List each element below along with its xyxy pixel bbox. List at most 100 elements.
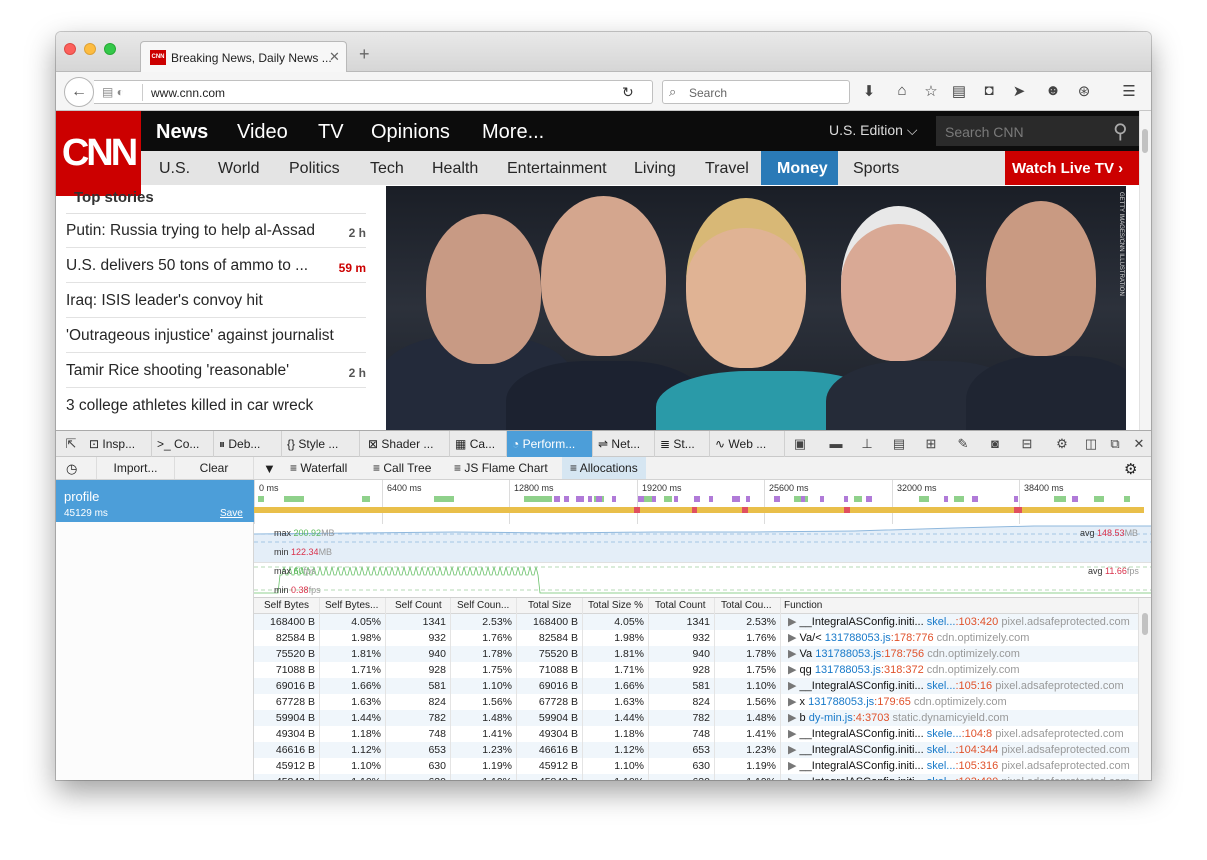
minimize-window-button[interactable] <box>84 43 96 55</box>
nav-tv[interactable]: TV <box>318 121 344 144</box>
url-text[interactable]: www.cnn.com <box>151 86 225 100</box>
story-item[interactable]: Iraq: ISIS leader's convoy hit <box>66 283 366 318</box>
watch-live-button[interactable]: Watch Live TV › <box>1005 151 1139 185</box>
tab-canvas[interactable]: ▦ Ca... <box>450 431 507 457</box>
section-living[interactable]: Living <box>634 160 676 178</box>
story-item[interactable]: 3 college athletes killed in car wreck <box>66 388 366 423</box>
story-title[interactable]: Putin: Russia trying to help al-Assad <box>66 222 315 240</box>
record-icon[interactable]: ◷ <box>66 457 77 479</box>
expand-arrow-icon[interactable]: ▶ <box>788 680 796 692</box>
import-button[interactable]: Import... <box>96 457 174 479</box>
close-tab-icon[interactable]: ✕ <box>329 49 340 65</box>
story-item[interactable]: Putin: Russia trying to help al-Assad 2 h <box>66 213 366 248</box>
table-row[interactable]: 46616 B 1.12% 653 1.23% 46616 B 1.12% 653 1.23%… <box>254 742 1138 758</box>
expand-arrow-icon[interactable]: ▶ <box>788 664 796 676</box>
col-total-count[interactable]: Total Count <box>655 600 706 611</box>
tab-storage[interactable]: ≣ St... <box>655 431 710 457</box>
url-bar[interactable]: ▤ ◐ www.cnn.com ↻ <box>94 80 653 104</box>
paint-flashing-icon[interactable]: ⊥ <box>857 436 877 452</box>
tab-inspector[interactable]: ⊡ Insp... <box>84 431 152 457</box>
expand-arrow-icon[interactable]: ▶ <box>788 632 796 644</box>
story-title[interactable]: Tamir Rice shooting 'reasonable' <box>66 362 289 380</box>
flame-chart-button[interactable]: ≡ JS Flame Chart <box>446 457 556 479</box>
responsive-mode-icon[interactable]: ▣ <box>790 436 810 452</box>
table-row[interactable]: 49304 B 1.18% 748 1.41% 49304 B 1.18% 748 1.41%… <box>254 726 1138 742</box>
eyedropper-icon[interactable]: ✎ <box>953 436 973 452</box>
table-row[interactable]: 59904 B 1.44% 782 1.48% 59904 B 1.44% 782 1.48%… <box>254 710 1138 726</box>
dock-side-icon[interactable]: ◫ <box>1081 436 1101 452</box>
section-money[interactable]: Money <box>777 160 828 178</box>
function-cell[interactable]: ▶ qg 131788053.js:318:372 cdn.optimizely… <box>788 663 1020 676</box>
function-cell[interactable]: ▶ b dy-min.js:4:3703 static.dynamicyield… <box>788 711 1009 724</box>
col-self-bytes[interactable]: Self Bytes <box>264 600 309 611</box>
function-file[interactable]: 131788053.js <box>808 696 874 708</box>
edition-selector[interactable]: U.S. Edition ⌵ <box>829 122 917 139</box>
col-self-count[interactable]: Self Count <box>395 600 442 611</box>
function-file[interactable]: skel... <box>927 760 956 772</box>
clipboard-icon[interactable]: ▤ <box>889 436 909 452</box>
bookmark-star-icon[interactable]: ☆ <box>920 82 942 100</box>
table-row[interactable]: 45840 B 1.10% 630 1.19% 45840 B 1.10% 630 1.19%… <box>254 774 1138 780</box>
hero-image[interactable]: GETTY IMAGES/CNN ILLUSTRATION <box>386 186 1126 430</box>
function-file[interactable]: skel... <box>927 680 956 692</box>
new-tab-button[interactable]: + <box>359 44 370 65</box>
expand-arrow-icon[interactable]: ▶ <box>788 744 796 756</box>
nav-video[interactable]: Video <box>237 121 288 144</box>
cnn-search-input[interactable]: Search CNN ⚲ <box>936 116 1139 146</box>
recording-item[interactable]: profile 45129 ms Save <box>56 480 254 522</box>
table-scrollbar[interactable] <box>1138 598 1151 780</box>
close-window-button[interactable] <box>64 43 76 55</box>
download-icon[interactable]: ⬇ <box>858 82 880 100</box>
table-row[interactable]: 168400 B 4.05% 1341 2.53% 168400 B 4.05% 1341 2… <box>254 614 1138 630</box>
developer-icon[interactable]: ⊛ <box>1073 82 1095 100</box>
scrollbar-thumb[interactable] <box>1142 129 1148 153</box>
performance-settings-icon[interactable]: ⚙ <box>1124 456 1137 478</box>
col-total-size-pct[interactable]: Total Size % <box>588 600 643 611</box>
section-world[interactable]: World <box>218 160 260 178</box>
search-icon[interactable]: ⚲ <box>1113 119 1128 144</box>
close-devtools-icon[interactable]: ✕ <box>1129 436 1149 452</box>
home-icon[interactable]: ⌂ <box>891 82 913 99</box>
function-cell[interactable]: ▶ __IntegralASConfig.initi... skel...:10… <box>788 615 1130 628</box>
col-total-count-pct[interactable]: Total Cou... <box>721 600 772 611</box>
function-cell[interactable]: ▶ x 131788053.js:179:65 cdn.optimizely.c… <box>788 695 1007 708</box>
story-item[interactable]: 'Outrageous injustice' against journalis… <box>66 318 366 353</box>
nav-more[interactable]: More... <box>482 121 544 144</box>
story-title[interactable]: 'Outrageous injustice' against journalis… <box>66 327 334 345</box>
function-cell[interactable]: ▶ __IntegralASConfig.initi... skel...:10… <box>788 759 1130 772</box>
function-cell[interactable]: ▶ Va 131788053.js:178:756 cdn.optimizely… <box>788 647 1020 660</box>
call-tree-button[interactable]: ≡ Call Tree <box>365 457 438 479</box>
expand-arrow-icon[interactable]: ▶ <box>788 696 796 708</box>
nav-opinions[interactable]: Opinions <box>371 121 450 144</box>
function-cell[interactable]: ▶ __IntegralASConfig.initi... skel...:10… <box>788 679 1124 692</box>
search-bar[interactable]: ⌕ Search <box>662 80 850 104</box>
screenshot-icon[interactable]: ◙ <box>985 436 1005 451</box>
story-title[interactable]: 3 college athletes killed in car wreck <box>66 397 313 415</box>
function-file[interactable]: 131788053.js <box>825 632 891 644</box>
clear-button[interactable]: Clear <box>174 457 254 479</box>
section-sports[interactable]: Sports <box>853 160 899 178</box>
scratchpad-icon[interactable]: ▬ <box>826 436 846 451</box>
function-file[interactable]: skel... <box>927 616 956 628</box>
nav-news[interactable]: News <box>156 121 208 144</box>
settings-icon[interactable]: ⚙ <box>1052 436 1072 452</box>
bookmarks-menu-icon[interactable]: ▤ <box>948 82 970 100</box>
cnn-logo[interactable]: CNN <box>56 111 141 196</box>
tab-network[interactable]: ⇌ Net... <box>593 431 655 457</box>
share-icon[interactable]: ➤ <box>1008 82 1030 100</box>
table-row[interactable]: 45912 B 1.10% 630 1.19% 45912 B 1.10% 630 1.19%… <box>254 758 1138 774</box>
table-row[interactable]: 69016 B 1.66% 581 1.10% 69016 B 1.66% 581 1.10%… <box>254 678 1138 694</box>
zoom-window-button[interactable] <box>104 43 116 55</box>
separate-window-icon[interactable]: ⧉ <box>1105 436 1125 452</box>
function-cell[interactable]: ▶ __IntegralASConfig.initi... skele...:1… <box>788 727 1124 740</box>
function-file[interactable]: skel... <box>927 744 956 756</box>
function-file[interactable]: skel... <box>927 776 956 780</box>
pocket-icon[interactable]: ◘ <box>978 82 1000 99</box>
col-self-bytes-pct[interactable]: Self Bytes... <box>325 600 378 611</box>
story-item[interactable]: U.S. delivers 50 tons of ammo to ... 59 m <box>66 248 366 283</box>
function-cell[interactable]: ▶ Va/< 131788053.js:178:776 cdn.optimize… <box>788 631 1029 644</box>
save-link[interactable]: Save <box>220 508 243 519</box>
browser-tab[interactable]: CNN Breaking News, Daily News ... ✕ <box>140 41 347 72</box>
story-title[interactable]: Iraq: ISIS leader's convoy hit <box>66 292 263 310</box>
tab-debugger[interactable]: ⏸ Deb... <box>214 431 282 457</box>
